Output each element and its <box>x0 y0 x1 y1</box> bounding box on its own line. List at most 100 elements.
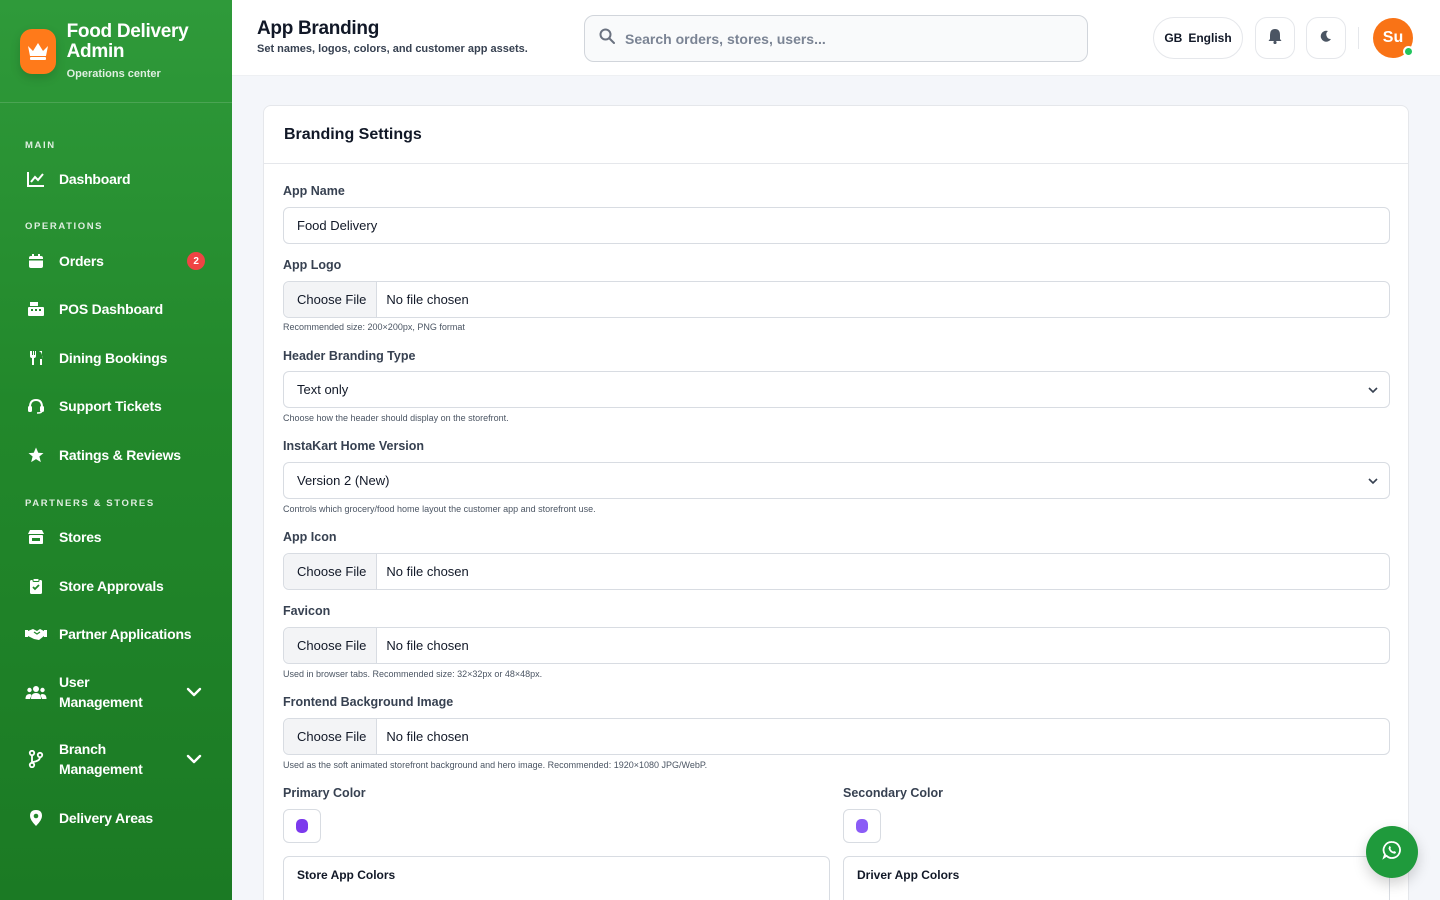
chevron-down-icon <box>1367 475 1379 490</box>
users-icon <box>25 681 47 703</box>
whatsapp-chat-button[interactable] <box>1366 826 1418 878</box>
sidebar-item-partner-applications[interactable]: Partner Applications <box>0 623 232 645</box>
sidebar-item-orders[interactable]: Orders 2 <box>0 250 232 272</box>
sidebar-item-stores[interactable]: Stores <box>0 526 232 548</box>
file-status: No file chosen <box>386 564 469 579</box>
map-pin-icon <box>25 807 47 829</box>
store-app-colors-title: Store App Colors <box>297 868 396 882</box>
sidebar-item-label: Dining Bookings <box>59 350 168 366</box>
sidebar-item-label: Stores <box>59 529 102 545</box>
brand[interactable]: Food Delivery Admin Operations center <box>0 0 232 103</box>
moon-icon <box>1320 29 1332 47</box>
chevron-down-icon[interactable] <box>186 682 202 702</box>
favicon-label: Favicon <box>283 604 331 618</box>
sidebar-item-support-tickets[interactable]: Support Tickets <box>0 395 232 417</box>
choose-file-button[interactable]: Choose File <box>284 282 378 317</box>
sidebar-item-label: Ratings & Reviews <box>59 447 181 463</box>
primary-color-swatch <box>296 819 308 833</box>
language-flag: GB <box>1164 31 1183 45</box>
driver-app-colors-panel: Driver App Colors <box>843 856 1390 900</box>
favicon-help: Used in browser tabs. Recommended size: … <box>283 669 543 679</box>
app-icon-file-input[interactable]: Choose File No file chosen <box>283 553 1390 590</box>
branding-settings-card: Branding Settings App Name Food Delivery… <box>263 105 1409 900</box>
orders-count-badge: 2 <box>187 252 205 270</box>
card-title: Branding Settings <box>284 125 422 143</box>
language-label: English <box>1188 31 1232 45</box>
file-status: No file chosen <box>386 292 469 307</box>
top-header: App Branding Set names, logos, colors, a… <box>232 0 1440 76</box>
page-subtitle: Set names, logos, colors, and customer a… <box>257 43 528 55</box>
chart-line-icon <box>25 168 47 190</box>
sidebar-item-label: Store Approvals <box>59 578 164 594</box>
sidebar-item-ratings-reviews[interactable]: Ratings & Reviews <box>0 444 232 466</box>
app-icon-label: App Icon <box>283 530 337 544</box>
star-icon <box>25 444 47 466</box>
sidebar-item-label: User <box>59 674 90 690</box>
sidebar-item-label: Partner Applications <box>59 626 192 642</box>
background-image-label: Frontend Background Image <box>283 695 454 709</box>
choose-file-button[interactable]: Choose File <box>284 628 378 663</box>
home-version-value: Version 2 (New) <box>297 473 390 488</box>
primary-color-label: Primary Color <box>283 786 366 800</box>
handshake-icon <box>25 623 47 645</box>
search-input[interactable] <box>625 30 1065 47</box>
background-image-file-input[interactable]: Choose File No file chosen <box>283 718 1390 755</box>
header-divider <box>1358 27 1359 49</box>
online-status-dot <box>1403 46 1414 57</box>
search-icon <box>599 28 615 49</box>
language-selector[interactable]: GB English <box>1153 17 1243 59</box>
home-version-select[interactable]: Version 2 (New) <box>283 462 1390 499</box>
store-app-colors-panel: Store App Colors <box>283 856 830 900</box>
headset-icon <box>25 395 47 417</box>
secondary-color-picker[interactable] <box>843 809 881 843</box>
header-branding-type-value: Text only <box>297 382 349 397</box>
store-icon <box>25 526 47 548</box>
sidebar-item-label-line2: Management <box>59 694 143 710</box>
app-logo-label: App Logo <box>283 258 342 272</box>
app-logo-file-input[interactable]: Choose File No file chosen <box>283 281 1390 318</box>
branch-icon <box>25 748 47 770</box>
home-version-help: Controls which grocery/food home layout … <box>283 504 596 514</box>
sidebar-item-branch-management[interactable]: Branch Management <box>0 739 232 779</box>
file-status: No file chosen <box>386 638 469 653</box>
sidebar-item-dashboard[interactable]: Dashboard <box>0 168 232 190</box>
notifications-button[interactable] <box>1255 17 1295 59</box>
theme-toggle-button[interactable] <box>1306 17 1346 59</box>
choose-file-button[interactable]: Choose File <box>284 554 378 589</box>
chevron-down-icon[interactable] <box>186 749 202 769</box>
cash-register-icon <box>25 298 47 320</box>
whatsapp-icon <box>1382 840 1402 865</box>
sidebar-item-label: POS Dashboard <box>59 301 163 317</box>
search-bar[interactable] <box>584 15 1088 62</box>
choose-file-button[interactable]: Choose File <box>284 719 378 754</box>
calendar-icon <box>25 250 47 272</box>
header-branding-type-select[interactable]: Text only <box>283 371 1390 408</box>
utensils-icon <box>25 347 47 369</box>
brand-title: Food Delivery Admin <box>66 21 189 62</box>
section-label-main: MAIN <box>25 140 56 151</box>
sidebar-item-user-management[interactable]: User Management <box>0 672 232 712</box>
background-image-help: Used as the soft animated storefront bac… <box>283 760 708 770</box>
sidebar: Food Delivery Admin Operations center MA… <box>0 0 232 900</box>
avatar[interactable]: Su <box>1373 18 1414 58</box>
sidebar-item-delivery-areas[interactable]: Delivery Areas <box>0 807 232 829</box>
header-branding-type-label: Header Branding Type <box>283 349 416 363</box>
bell-icon <box>1268 28 1282 49</box>
crown-icon <box>20 28 56 74</box>
header-branding-type-help: Choose how the header should display on … <box>283 413 509 423</box>
clipboard-check-icon <box>25 575 47 597</box>
sidebar-item-label: Delivery Areas <box>59 810 153 826</box>
sidebar-item-dining-bookings[interactable]: Dining Bookings <box>0 347 232 369</box>
primary-color-picker[interactable] <box>283 809 321 843</box>
app-logo-help: Recommended size: 200×200px, PNG format <box>283 322 465 332</box>
driver-app-colors-title: Driver App Colors <box>857 868 960 882</box>
sidebar-item-store-approvals[interactable]: Store Approvals <box>0 575 232 597</box>
sidebar-item-pos-dashboard[interactable]: POS Dashboard <box>0 298 232 320</box>
favicon-file-input[interactable]: Choose File No file chosen <box>283 627 1390 664</box>
brand-subtitle: Operations center <box>66 68 161 80</box>
secondary-color-swatch <box>856 819 868 833</box>
sidebar-item-label: Dashboard <box>59 171 131 187</box>
app-name-input[interactable]: Food Delivery <box>283 207 1390 244</box>
app-name-label: App Name <box>283 184 345 198</box>
section-label-operations: OPERATIONS <box>25 221 104 232</box>
